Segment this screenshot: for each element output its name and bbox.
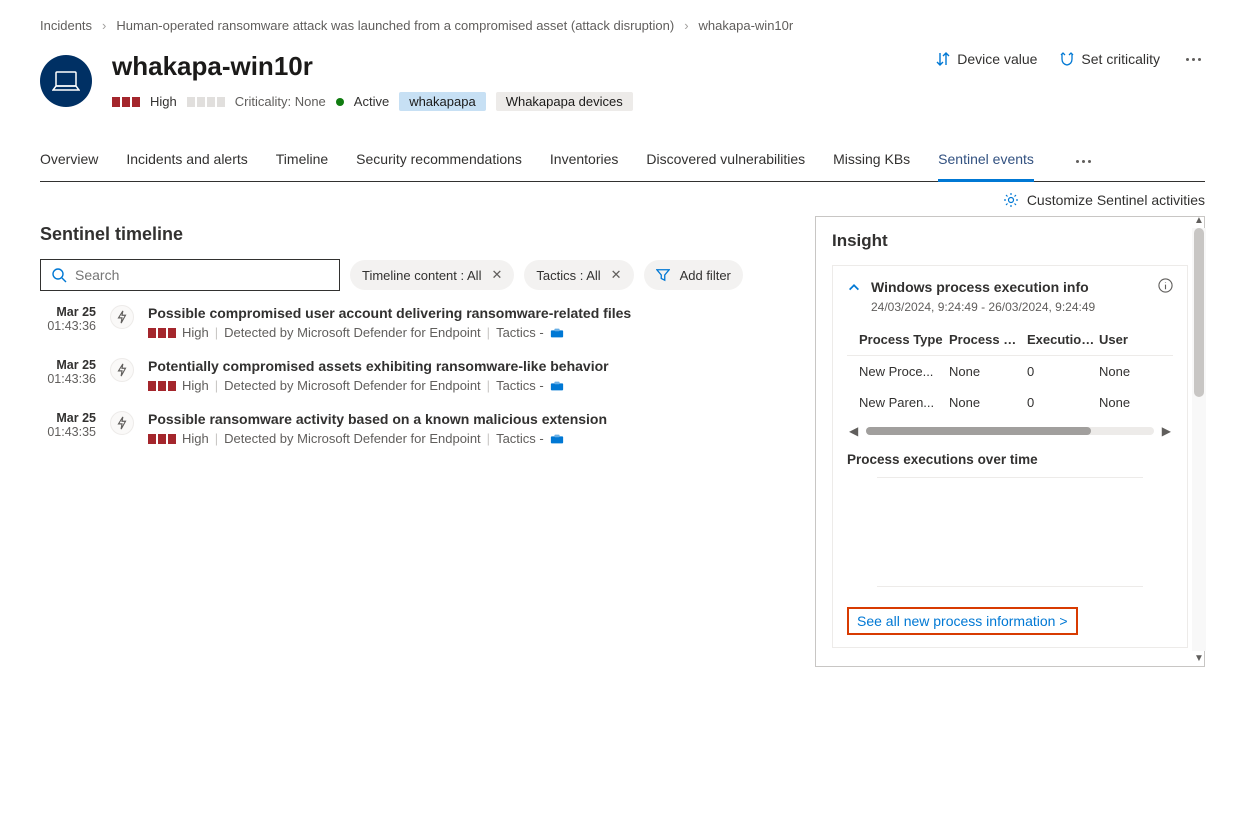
tab-timeline[interactable]: Timeline	[276, 141, 328, 181]
breadcrumb: Incidents › Human-operated ransomware at…	[40, 18, 1205, 33]
add-filter-button[interactable]: Add filter	[644, 260, 743, 290]
event-severity: High	[182, 378, 209, 393]
event-tactics: Tactics -	[496, 325, 544, 340]
filter-icon	[656, 268, 670, 282]
scroll-right-icon[interactable]: ▶	[1160, 424, 1173, 438]
severity-bars	[148, 434, 176, 444]
event-title: Possible compromised user account delive…	[148, 305, 631, 321]
sentinel-timeline-heading: Sentinel timeline	[40, 224, 795, 245]
tab-overview[interactable]: Overview	[40, 141, 98, 181]
see-all-process-info-link[interactable]: See all new process information >	[847, 607, 1078, 635]
insight-panel: ▲▼ Insight Windows process execution inf…	[815, 216, 1205, 667]
chevron-right-icon: ›	[684, 18, 688, 33]
severity-bars	[148, 328, 176, 338]
lightning-icon	[110, 358, 134, 382]
search-input[interactable]	[40, 259, 340, 291]
tab-sentinel-events[interactable]: Sentinel events	[938, 141, 1034, 182]
event-tactics: Tactics -	[496, 431, 544, 446]
status-dot-icon	[336, 98, 344, 106]
breadcrumb-incident-name[interactable]: Human-operated ransomware attack was lau…	[116, 18, 674, 33]
severity-label: High	[150, 94, 177, 109]
table-horizontal-scroll[interactable]: ◀ ▶	[847, 424, 1173, 438]
table-row[interactable]: New Paren... None 0 None	[847, 387, 1173, 418]
severity-bars	[112, 97, 140, 107]
process-executions-chart-title: Process executions over time	[847, 452, 1173, 467]
criticality-bars	[187, 97, 225, 107]
col-executions: Executions	[1027, 332, 1095, 347]
event-tactics: Tactics -	[496, 378, 544, 393]
event-severity: High	[182, 431, 209, 446]
severity-bars	[148, 381, 176, 391]
clear-filter-icon[interactable]: ✕	[491, 267, 502, 283]
col-user: User	[1099, 332, 1143, 347]
process-executions-chart	[877, 477, 1143, 587]
event-detected-by: Detected by Microsoft Defender for Endpo…	[224, 378, 481, 393]
page-title: whakapa-win10r	[112, 51, 633, 82]
event-time: Mar 2501:43:36	[40, 305, 96, 340]
event-detected-by: Detected by Microsoft Defender for Endpo…	[224, 431, 481, 446]
insight-heading: Insight	[832, 231, 1188, 251]
tag-user[interactable]: whakapapa	[399, 92, 486, 111]
breadcrumb-device: whakapa-win10r	[699, 18, 794, 33]
tag-device-group[interactable]: Whakapapa devices	[496, 92, 633, 111]
event-time: Mar 2501:43:35	[40, 411, 96, 446]
device-icon	[40, 55, 92, 107]
filter-tactics[interactable]: Tactics : All ✕	[524, 260, 633, 290]
tabs: Overview Incidents and alerts Timeline S…	[40, 141, 1205, 182]
tab-security-recommendations[interactable]: Security recommendations	[356, 141, 522, 181]
timeline-event[interactable]: Mar 2501:43:35 Possible ransomware activ…	[40, 411, 795, 446]
col-process-name: Process Na...	[949, 332, 1023, 347]
customize-sentinel-button[interactable]: Customize Sentinel activities	[1003, 192, 1205, 208]
tab-discovered-vulnerabilities[interactable]: Discovered vulnerabilities	[646, 141, 805, 181]
event-time: Mar 2501:43:36	[40, 358, 96, 393]
tab-incidents-alerts[interactable]: Incidents and alerts	[126, 141, 247, 181]
tactic-icon	[550, 327, 564, 339]
search-icon	[51, 267, 67, 283]
chevron-right-icon: ›	[102, 18, 106, 33]
chevron-up-icon[interactable]	[847, 280, 861, 294]
insight-card-title: Windows process execution info	[871, 279, 1089, 295]
event-detected-by: Detected by Microsoft Defender for Endpo…	[224, 325, 481, 340]
tab-missing-kbs[interactable]: Missing KBs	[833, 141, 910, 181]
filter-timeline-content[interactable]: Timeline content : All ✕	[350, 260, 514, 290]
more-tabs-button[interactable]	[1072, 156, 1095, 167]
insight-scrollbar[interactable]: ▲▼	[1192, 215, 1206, 664]
breadcrumb-incidents[interactable]: Incidents	[40, 18, 92, 33]
scroll-left-icon[interactable]: ◀	[847, 424, 860, 438]
event-title: Possible ransomware activity based on a …	[148, 411, 607, 427]
set-criticality-button[interactable]: Set criticality	[1059, 51, 1160, 67]
status-label: Active	[354, 94, 389, 109]
tactic-icon	[550, 380, 564, 392]
event-severity: High	[182, 325, 209, 340]
device-value-button[interactable]: Device value	[935, 51, 1037, 67]
event-title: Potentially compromised assets exhibitin…	[148, 358, 609, 374]
more-actions-button[interactable]	[1182, 54, 1205, 65]
timeline-event[interactable]: Mar 2501:43:36 Possible compromised user…	[40, 305, 795, 340]
insight-card-range: 24/03/2024, 9:24:49 - 26/03/2024, 9:24:4…	[871, 300, 1173, 314]
criticality-label: Criticality: None	[235, 94, 326, 109]
info-icon[interactable]	[1158, 278, 1173, 296]
clear-filter-icon[interactable]: ✕	[611, 267, 622, 283]
lightning-icon	[110, 411, 134, 435]
lightning-icon	[110, 305, 134, 329]
tab-inventories[interactable]: Inventories	[550, 141, 618, 181]
table-row[interactable]: New Proce... None 0 None	[847, 356, 1173, 387]
col-process-type: Process Type	[859, 332, 945, 347]
timeline-event[interactable]: Mar 2501:43:36 Potentially compromised a…	[40, 358, 795, 393]
tactic-icon	[550, 433, 564, 445]
